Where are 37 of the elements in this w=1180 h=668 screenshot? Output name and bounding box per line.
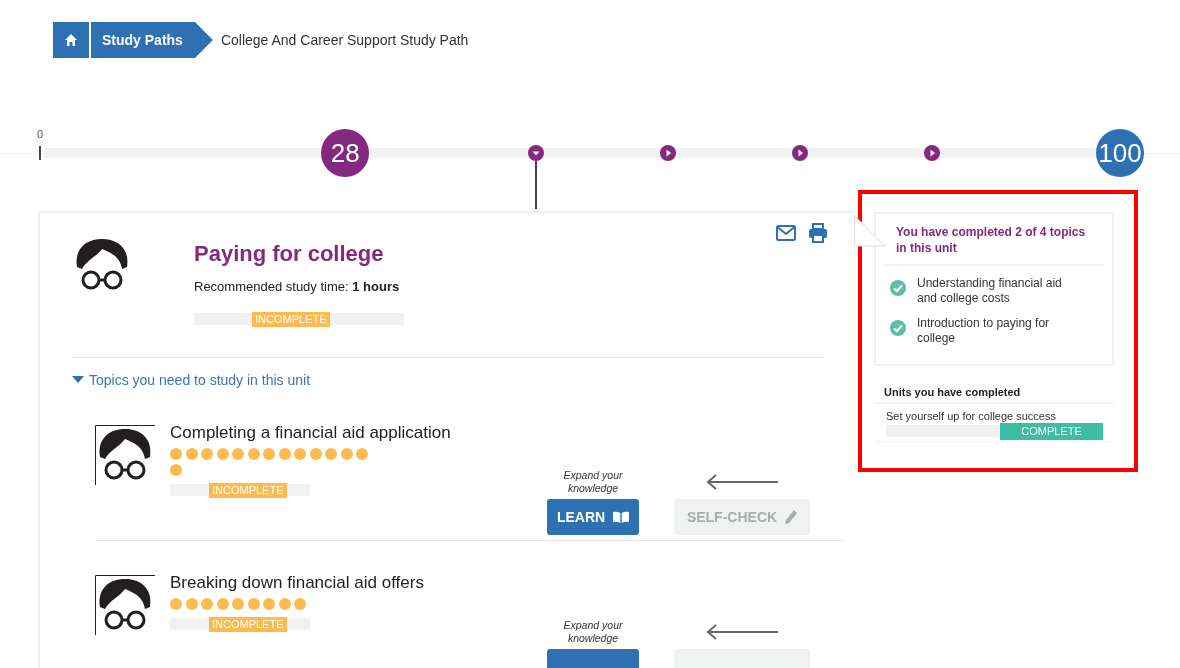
play-marker-icon[interactable] (792, 145, 809, 161)
arrow-icon (706, 624, 778, 640)
unit-title: Paying for college (194, 241, 385, 267)
play-marker-icon[interactable] (924, 145, 941, 161)
status-tag: INCOMPLETE (209, 482, 287, 498)
breadcrumb-current: College And Career Support Study Path (220, 32, 469, 48)
page-fold-drawing (854, 215, 886, 247)
home-icon (64, 33, 78, 47)
goal-marker: 100 (1096, 129, 1144, 177)
avatar-icon (95, 425, 155, 485)
breadcrumb-link[interactable]: Study Paths (91, 22, 213, 58)
arrow-icon (706, 474, 778, 490)
scale-start-label: 0 (37, 128, 44, 140)
print-icon[interactable] (808, 223, 828, 243)
summary-heading: You have completed 2 of 4 topics in this unit (884, 224, 1104, 266)
completed-topic: Understanding financial aid and college costs (917, 276, 1063, 306)
avatar-icon (95, 575, 155, 635)
completed-topic: Introduction to paying for college (917, 316, 1051, 346)
hint-text: Expand your knowledge (562, 619, 624, 645)
units-heading: Units you have completed (874, 366, 1114, 404)
home-button[interactable] (53, 22, 89, 58)
book-icon (613, 511, 630, 523)
email-icon[interactable] (776, 225, 796, 241)
status-tag: INCOMPLETE (209, 616, 287, 632)
completed-unit: Set yourself up for college success (886, 410, 1057, 422)
topic-title: Breaking down financial aid offers (170, 573, 424, 593)
pencil-icon (785, 510, 798, 524)
topics-toggle[interactable]: Topics you need to study in this unit (72, 372, 311, 388)
status-tag: COMPLETE (1000, 422, 1103, 440)
current-unit-marker-icon[interactable] (528, 145, 545, 161)
status-tag: INCOMPLETE (252, 311, 330, 327)
learn-button[interactable]: LEARN (547, 499, 639, 535)
progress-marker: 28 (321, 129, 370, 177)
play-marker-icon[interactable] (660, 145, 677, 161)
topic-title: Completing a financial aid application (170, 423, 451, 443)
study-time: Recommended study time: 1 hours (194, 279, 401, 294)
hint-text: Expand your knowledge (562, 469, 624, 495)
